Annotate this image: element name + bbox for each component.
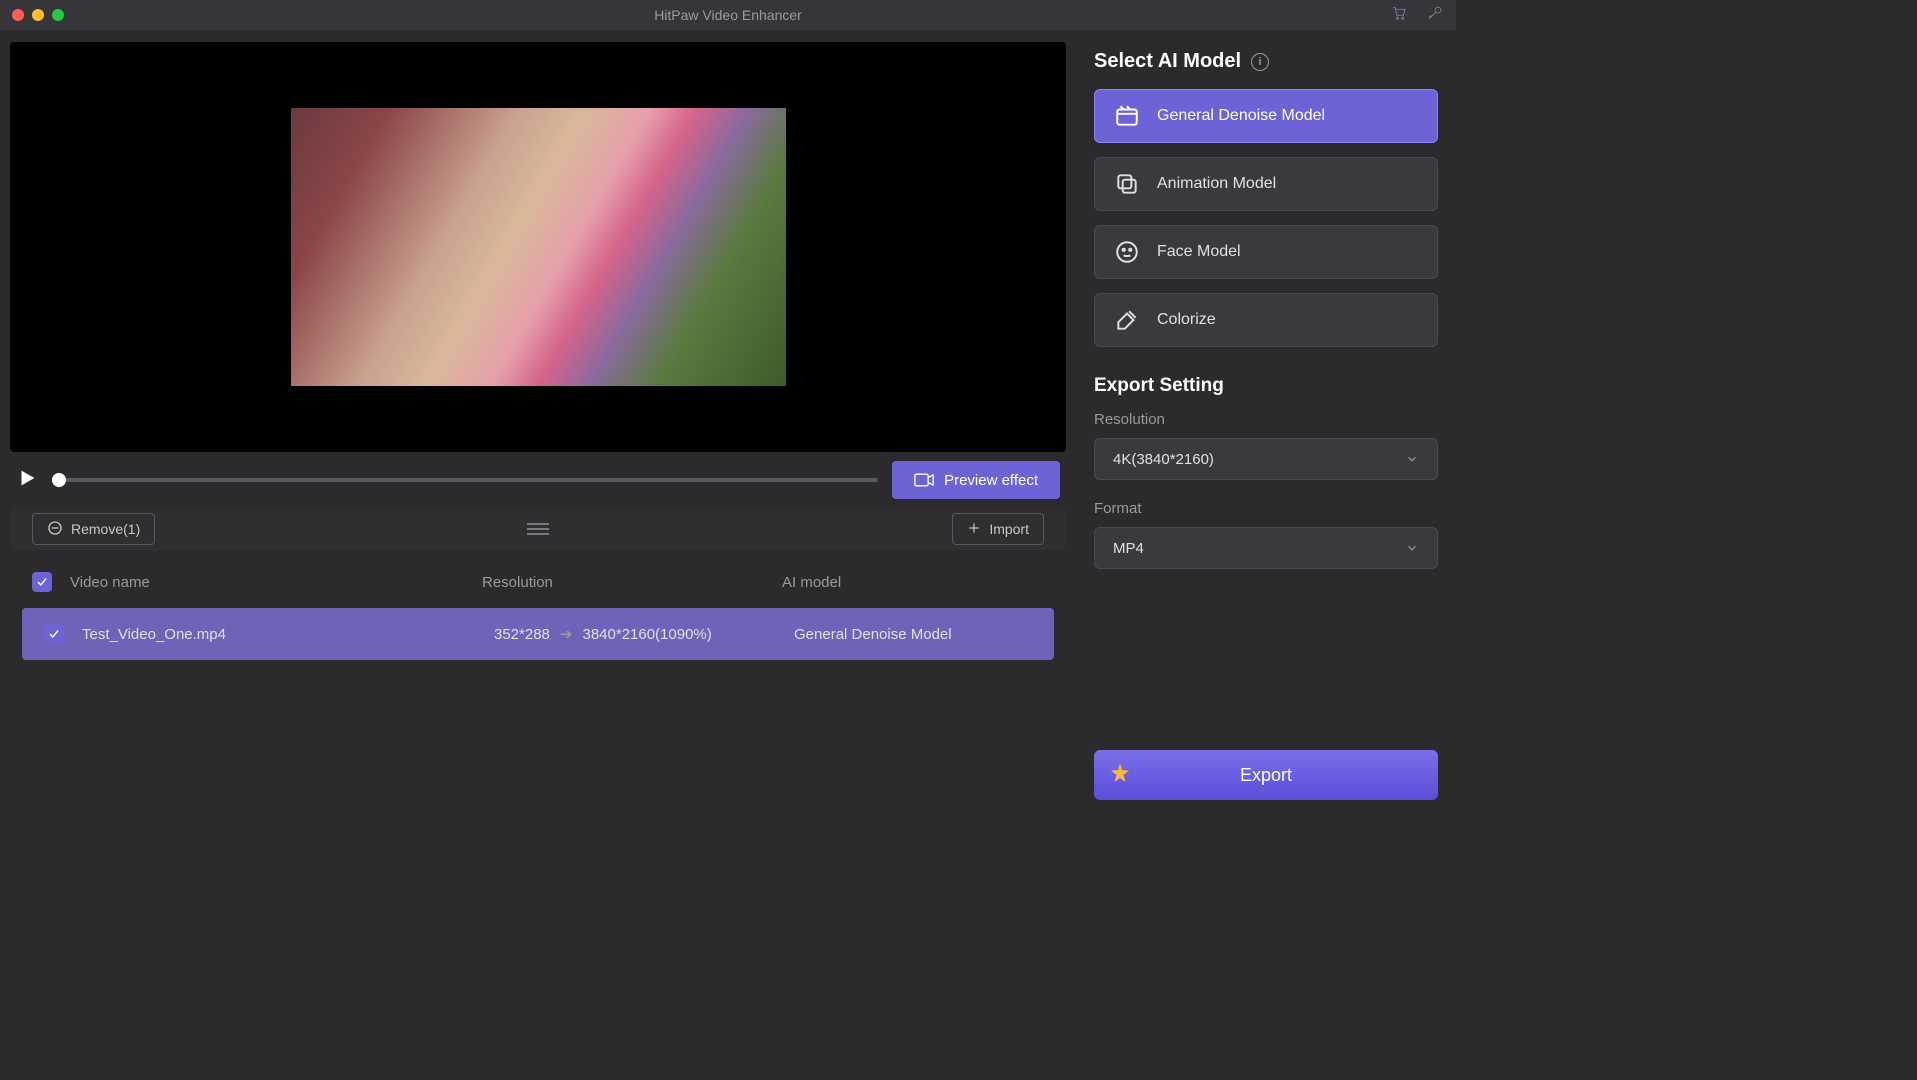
preview-effect-label: Preview effect [944, 472, 1038, 489]
app-title: HitPaw Video Enhancer [654, 7, 802, 23]
maximize-window[interactable] [52, 9, 64, 21]
header-resolution: Resolution [482, 574, 782, 591]
import-button[interactable]: Import [952, 513, 1044, 545]
video-preview [10, 42, 1066, 452]
row-checkbox[interactable] [44, 624, 64, 644]
table-header: Video name Resolution AI model [10, 560, 1066, 604]
model-face[interactable]: Face Model [1094, 225, 1438, 279]
window-controls [0, 9, 64, 21]
paint-icon [1113, 306, 1141, 334]
star-icon [1108, 761, 1132, 790]
sidebar: Select AI Model i General Denoise Model … [1076, 30, 1456, 820]
chevron-down-icon [1405, 452, 1419, 466]
drag-handle-icon[interactable] [527, 523, 549, 535]
close-window[interactable] [12, 9, 24, 21]
remove-button[interactable]: Remove(1) [32, 513, 155, 545]
select-all-checkbox[interactable] [32, 572, 52, 592]
titlebar: HitPaw Video Enhancer [0, 0, 1456, 30]
resolution-label: Resolution [1094, 411, 1438, 428]
timeline-scrubber[interactable] [52, 478, 878, 482]
export-button[interactable]: Export [1094, 750, 1438, 800]
info-icon[interactable]: i [1251, 53, 1269, 71]
preview-effect-button[interactable]: Preview effect [892, 461, 1060, 499]
model-animation[interactable]: Animation Model [1094, 157, 1438, 211]
play-button[interactable] [16, 467, 38, 494]
table-row[interactable]: Test_Video_One.mp4 352*288 ➔ 3840*2160(1… [22, 608, 1054, 660]
header-video-name: Video name [70, 574, 482, 591]
header-ai-model: AI model [782, 574, 1044, 591]
model-general-denoise[interactable]: General Denoise Model [1094, 89, 1438, 143]
face-icon [1113, 238, 1141, 266]
chevron-down-icon [1405, 541, 1419, 555]
layers-icon [1113, 170, 1141, 198]
select-model-title: Select AI Model i [1094, 50, 1438, 73]
format-select[interactable]: MP4 [1094, 527, 1438, 569]
key-icon[interactable] [1426, 4, 1444, 27]
row-video-name: Test_Video_One.mp4 [82, 626, 494, 643]
minus-icon [47, 520, 63, 539]
scrubber-handle[interactable] [52, 473, 66, 487]
row-ai-model: General Denoise Model [794, 626, 1032, 643]
export-setting-title: Export Setting [1094, 375, 1438, 397]
minimize-window[interactable] [32, 9, 44, 21]
model-colorize[interactable]: Colorize [1094, 293, 1438, 347]
resolution-select[interactable]: 4K(3840*2160) [1094, 438, 1438, 480]
plus-icon [967, 521, 981, 538]
film-icon [1113, 102, 1141, 130]
format-label: Format [1094, 500, 1438, 517]
cart-icon[interactable] [1390, 4, 1408, 27]
row-resolution: 352*288 ➔ 3840*2160(1090%) [494, 625, 794, 643]
list-toolbar: Remove(1) Import [10, 508, 1066, 550]
video-frame [291, 108, 786, 386]
arrow-right-icon: ➔ [560, 625, 573, 643]
